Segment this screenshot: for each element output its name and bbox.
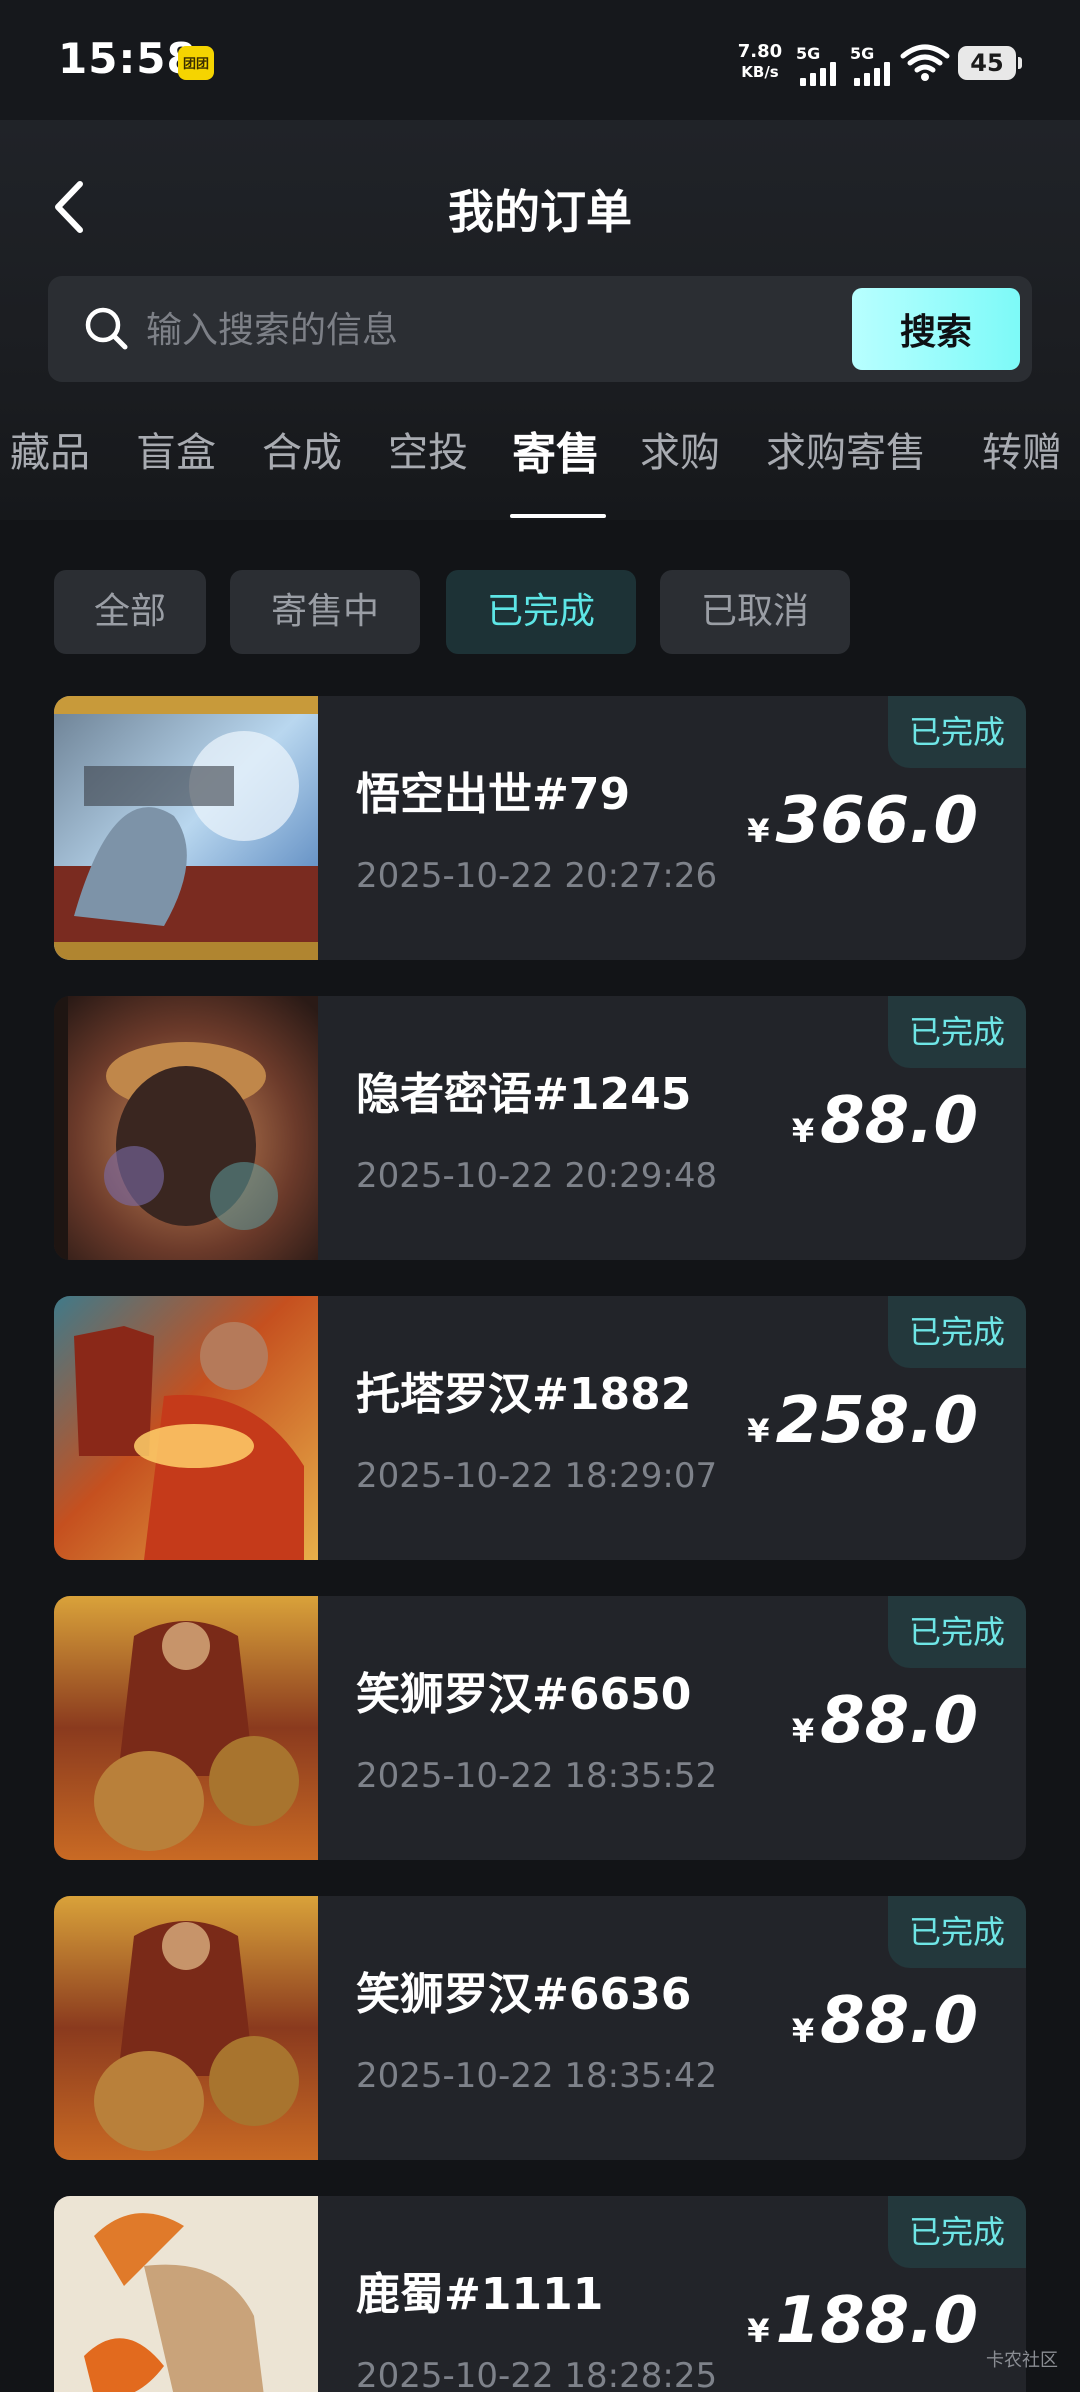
search-input[interactable] <box>146 300 826 360</box>
order-time: 2025-10-22 18:35:42 <box>356 2056 718 2096</box>
item-name: 鹿蜀#1111 <box>356 2269 604 2320</box>
tab-active-indicator <box>510 514 606 518</box>
item-thumbnail <box>54 696 318 960</box>
app-notification-icon: 团团 <box>178 46 214 80</box>
item-name: 笑狮罗汉#6636 <box>356 1969 692 2020</box>
order-card[interactable]: 悟空出世#79 2025-10-22 20:27:26 ¥366.0 已完成 <box>54 696 1026 960</box>
tab-purchase-consignment[interactable]: 求购寄售 <box>766 420 926 478</box>
tab-collections[interactable]: 藏品 <box>10 420 90 478</box>
order-price: ¥88.0 <box>792 1984 978 2058</box>
item-thumbnail <box>54 1296 318 1560</box>
order-time: 2025-10-22 20:29:48 <box>356 1156 718 1196</box>
watermark: 卡农社区 <box>986 2350 1058 2371</box>
tab-airdrop[interactable]: 空投 <box>388 420 468 478</box>
item-thumbnail <box>54 1596 318 1860</box>
status-bar: 15:58 团团 7.80 KB/s 5G 5G 45 <box>0 0 1080 120</box>
tab-transfer[interactable]: 转赠 <box>982 420 1062 478</box>
item-name: 托塔罗汉#1882 <box>356 1369 692 1420</box>
net-speed: 7.80 KB/s <box>734 42 786 82</box>
status-badge: 已完成 <box>888 996 1026 1068</box>
battery-icon: 45 <box>958 46 1022 80</box>
filter-all[interactable]: 全部 <box>54 570 206 654</box>
currency-symbol: ¥ <box>747 1412 770 1450</box>
currency-symbol: ¥ <box>791 1112 815 1150</box>
net-speed-unit: KB/s <box>741 63 779 81</box>
status-badge: 已完成 <box>888 696 1026 768</box>
search-button[interactable]: 搜索 <box>852 288 1020 370</box>
currency-symbol: ¥ <box>747 2312 770 2350</box>
signal-1-label: 5G <box>796 44 821 63</box>
order-card[interactable]: 隐者密语#1245 2025-10-22 20:29:48 ¥88.0 已完成 <box>54 996 1026 1260</box>
net-speed-value: 7.80 <box>737 41 783 62</box>
wifi-icon <box>900 44 950 81</box>
currency-symbol: ¥ <box>791 2012 815 2050</box>
filter-cancelled[interactable]: 已取消 <box>660 570 850 654</box>
order-card[interactable]: 笑狮罗汉#6636 2025-10-22 18:35:42 ¥88.0 已完成 <box>54 1896 1026 2160</box>
order-price: ¥258.0 <box>747 1384 978 1458</box>
filter-on-sale[interactable]: 寄售中 <box>230 570 420 654</box>
order-time: 2025-10-22 20:27:26 <box>356 856 718 896</box>
order-price: ¥366.0 <box>747 784 978 858</box>
order-price: ¥88.0 <box>792 1084 978 1158</box>
status-badge: 已完成 <box>888 1296 1026 1368</box>
tab-blind-box[interactable]: 盲盒 <box>136 420 216 478</box>
currency-symbol: ¥ <box>747 812 770 850</box>
status-badge: 已完成 <box>888 1596 1026 1668</box>
price-amount: 88.0 <box>820 1984 978 2058</box>
price-amount: 258.0 <box>775 1384 978 1458</box>
item-name: 隐者密语#1245 <box>356 1069 692 1120</box>
order-time: 2025-10-22 18:28:25 <box>356 2356 718 2392</box>
status-time: 15:58 <box>58 34 197 83</box>
price-amount: 188.0 <box>775 2284 978 2358</box>
filter-completed[interactable]: 已完成 <box>446 570 636 654</box>
signal-2-label: 5G <box>850 44 875 63</box>
item-thumbnail <box>54 996 318 1260</box>
battery-level: 45 <box>970 49 1004 77</box>
order-price: ¥88.0 <box>792 1684 978 1758</box>
page-title: 我的订单 <box>448 185 632 239</box>
price-amount: 88.0 <box>820 1084 978 1158</box>
order-card[interactable]: 笑狮罗汉#6650 2025-10-22 18:35:52 ¥88.0 已完成 <box>54 1596 1026 1860</box>
status-badge: 已完成 <box>888 1896 1026 1968</box>
tab-synthesis[interactable]: 合成 <box>262 420 342 478</box>
item-thumbnail <box>54 2196 318 2392</box>
tab-purchase-request[interactable]: 求购 <box>640 420 720 478</box>
item-name: 笑狮罗汉#6650 <box>356 1669 692 1720</box>
order-card[interactable]: 鹿蜀#1111 2025-10-22 18:28:25 ¥188.0 已完成 <box>54 2196 1026 2392</box>
order-time: 2025-10-22 18:35:52 <box>356 1756 718 1796</box>
status-badge: 已完成 <box>888 2196 1026 2268</box>
order-card[interactable]: 托塔罗汉#1882 2025-10-22 18:29:07 ¥258.0 已完成 <box>54 1296 1026 1560</box>
price-amount: 88.0 <box>820 1684 978 1758</box>
item-name: 悟空出世#79 <box>356 769 631 820</box>
search-icon <box>85 307 128 350</box>
price-amount: 366.0 <box>775 784 978 858</box>
order-price: ¥188.0 <box>747 2284 978 2358</box>
order-screen: 15:58 团团 7.80 KB/s 5G 5G 45 我的订单 输入搜索的信息… <box>0 0 1080 2392</box>
notification-badge-text: 团团 <box>182 57 209 72</box>
order-time: 2025-10-22 18:29:07 <box>356 1456 718 1496</box>
currency-symbol: ¥ <box>791 1712 815 1750</box>
item-thumbnail <box>54 1896 318 2160</box>
tab-consignment[interactable]: 寄售 <box>512 418 600 482</box>
